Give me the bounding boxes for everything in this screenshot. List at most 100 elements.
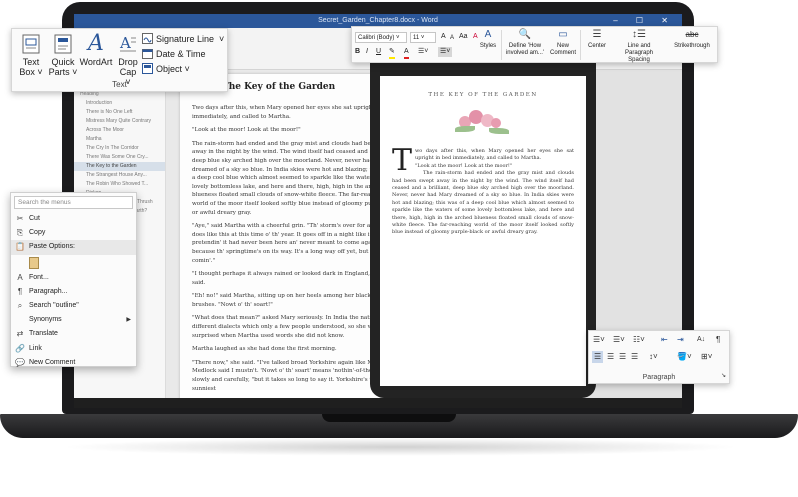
paste-icon: 📋 (15, 242, 25, 252)
styles-icon: A (484, 29, 492, 40)
line-spacing-button[interactable]: ↕☰ Line and Paragraph Spacing (614, 29, 664, 64)
define-label: Define 'How involved am...' (505, 43, 545, 56)
tablet-paragraph-2: "Look at the moor! Look at the moor!" (415, 162, 513, 169)
object-button[interactable]: Object ˅ (142, 61, 190, 76)
nav-item[interactable]: The Robin Who Showed T... (74, 180, 165, 189)
bullets-icon[interactable]: ☰˅ (418, 47, 428, 57)
laptop-shadow (60, 438, 740, 456)
italic-button[interactable]: I (366, 47, 368, 57)
object-label: Object (156, 63, 183, 74)
shrink-font-icon[interactable]: A (450, 33, 454, 43)
align-right-icon[interactable]: ☰ (619, 351, 626, 363)
decrease-indent-icon[interactable]: ⇤ (661, 334, 668, 346)
context-menu-items: ✂ Cut ⎘ Copy 📋 Paste Options: A Font... ¶ Paragra… (11, 212, 136, 370)
context-menu-item[interactable]: ✂ Cut (11, 212, 136, 226)
text-box-label: Text Box ˅ (19, 57, 43, 77)
styles-button[interactable]: A Styles (477, 29, 499, 50)
numbering-icon[interactable]: ☰˅ (438, 47, 453, 57)
drop-cap-icon: A (118, 33, 138, 55)
context-menu-item-label: Cut (29, 215, 40, 222)
context-menu-item[interactable]: ⎘ Copy (11, 226, 136, 240)
context-menu-item-label: Font... (29, 273, 49, 281)
signature-line-button[interactable]: Signature Line ˅ (142, 31, 224, 46)
nav-item[interactable]: The Strangest House Any... (74, 171, 165, 180)
show-marks-icon[interactable]: ¶ (716, 334, 720, 346)
strikethrough-label: Strikethrough (674, 43, 710, 49)
window-title: Secret_Garden_Chapter8.docx - Word (318, 17, 438, 24)
line-spacing-label: Line and Paragraph Spacing (624, 43, 654, 63)
wordart-icon: A (88, 31, 104, 56)
nav-item[interactable]: There Was Some One Cry... (74, 153, 165, 162)
submenu-arrow-icon: ▶ (126, 317, 131, 324)
copy-icon: ⎘ (16, 228, 24, 238)
font-size-box[interactable]: 11 ˅ (410, 32, 436, 43)
bullets-dropdown-icon[interactable]: ☰˅ (593, 334, 605, 346)
clipboard-icon (29, 256, 39, 269)
multilevel-list-icon[interactable]: ☷˅ (633, 334, 645, 346)
shading-icon[interactable]: 🪣˅ (677, 351, 692, 363)
context-menu-item[interactable]: 💬 New Comment (11, 356, 136, 370)
borders-icon[interactable]: ⊞˅ (701, 351, 712, 363)
sort-icon[interactable]: A↓ (697, 334, 705, 346)
quick-parts-button[interactable]: Quick Parts ˅ (46, 33, 80, 77)
define-button[interactable]: 🔍 Define 'How involved am...' (503, 29, 547, 57)
laptop-notch (322, 414, 456, 422)
new-comment-button[interactable]: ▭ New Comment (548, 29, 578, 57)
context-menu-item[interactable]: ⇄ Translate (11, 327, 136, 341)
align-left-icon[interactable]: ☰ (592, 351, 604, 363)
taskbar (74, 398, 682, 408)
object-icon (142, 63, 153, 74)
nav-item[interactable]: Mistress Mary Quite Contrary (74, 117, 165, 126)
strikethrough-button[interactable]: abc Strikethrough (668, 29, 716, 50)
justify-icon[interactable]: ☰ (631, 351, 638, 363)
center-button[interactable]: ☰ Center (584, 29, 610, 50)
context-menu-item[interactable]: 📋 Paste Options: (11, 240, 136, 255)
nav-item[interactable]: The Cry In The Corridor (74, 144, 165, 153)
context-menu-item-label: New Comment (29, 358, 76, 366)
context-menu-item[interactable]: A Font... (11, 271, 136, 285)
context-menu-item-label: Synonyms (29, 316, 62, 324)
context-menu-item-label: Paste Options: (29, 243, 75, 251)
nav-item[interactable]: Across The Moor (74, 126, 165, 135)
separator (580, 30, 581, 60)
context-menu-item-label: Translate (29, 330, 58, 338)
quick-parts-label: Quick Parts ˅ (48, 57, 78, 77)
nav-item[interactable]: Martha (74, 135, 165, 144)
text-box-button[interactable]: Text Box ˅ (16, 33, 46, 77)
text-group-label: Text (112, 80, 127, 89)
drop-cap-button[interactable]: A Drop Cap ˅ (116, 33, 140, 87)
highlight-icon[interactable]: ✎ (389, 47, 395, 59)
dialog-launcher-icon[interactable]: ↘ (721, 370, 726, 382)
underline-button[interactable]: U (376, 47, 381, 57)
line-spacing-dropdown-icon[interactable]: ↕˅ (649, 351, 658, 363)
context-menu-item[interactable]: 🔗 Link (11, 342, 136, 356)
change-case-icon[interactable]: Aa (459, 32, 468, 42)
synonyms-icon (15, 313, 25, 327)
nav-item[interactable]: Introduction (74, 99, 165, 108)
context-menu-item-label: Search "outline" (29, 301, 79, 309)
increase-indent-icon[interactable]: ⇥ (677, 334, 684, 346)
comment-icon: 💬 (15, 357, 25, 367)
nav-item[interactable]: There is No One Left (74, 108, 165, 117)
nav-item[interactable]: The Key to the Garden (74, 162, 165, 171)
context-menu-item-label: Link (29, 344, 42, 352)
align-center-icon[interactable]: ☰ (607, 351, 614, 363)
context-menu-item[interactable]: Synonyms ▶ (11, 313, 136, 327)
bold-button[interactable]: B (355, 47, 360, 57)
context-menu-item[interactable]: ¶ Paragraph... (11, 285, 136, 299)
paragraph-group-panel: ☰˅ ☰˅ ☷˅ ⇤ ⇥ A↓ ¶ ☰ ☰ ☰ ☰ ↕˅ 🪣˅ ⊞˅ Parag… (588, 330, 730, 384)
font-color-icon[interactable]: A (404, 47, 409, 59)
menu-search-input[interactable]: Search the menus (14, 196, 133, 209)
wordart-button[interactable]: A WordArt (78, 31, 114, 68)
font-name-value: Calibri (Body) (358, 35, 395, 41)
numbering-dropdown-icon[interactable]: ☰˅ (613, 334, 625, 346)
text-box-icon (21, 33, 41, 55)
paste-keep-text-button[interactable] (11, 255, 136, 271)
font-name-box[interactable]: Calibri (Body) ˅ (355, 32, 407, 43)
new-comment-label: New Comment (549, 43, 576, 56)
grow-font-icon[interactable]: A (441, 32, 446, 42)
strikethrough-icon: abc (685, 30, 699, 39)
date-time-button[interactable]: Date & Time (142, 46, 206, 61)
context-menu-item[interactable]: ⌕ Search "outline" (11, 299, 136, 313)
date-time-label: Date & Time (156, 48, 206, 59)
